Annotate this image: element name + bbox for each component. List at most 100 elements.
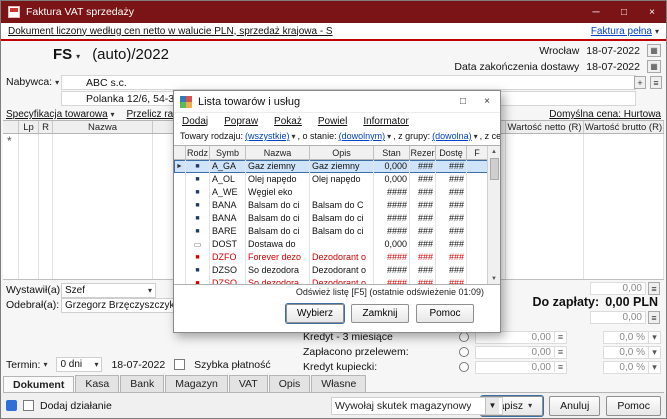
summary-field-1[interactable]: 0,00 ≡ [590,282,660,295]
warehouse-dropdown-icon[interactable]: ▼ [485,398,499,414]
dialog-scrollbar[interactable]: ▲ ▼ [487,146,500,284]
column-header-dostę[interactable]: Dostę [436,146,467,159]
buyer-name-field[interactable]: ABC s.c. [61,75,636,90]
column-header-f[interactable]: F [467,146,487,159]
term-date[interactable]: 18-07-2022 [111,359,165,371]
column-header-r[interactable]: R [39,121,53,133]
doc-symbol[interactable]: FS [53,46,72,63]
product-row-dzso[interactable]: ■DZSOSo dezodoraDezodorant o########## [174,277,500,285]
amount-picker-icon[interactable]: ≡ [554,332,566,342]
term-dropdown-icon[interactable]: ▾ [43,360,47,369]
column-header-selector[interactable] [174,146,186,159]
column-header-opis[interactable]: Opis [310,146,374,159]
payment-radio[interactable] [459,347,469,357]
tab-własne[interactable]: Własne [311,375,366,392]
doc-symbol-dropdown-icon[interactable]: ▾ [76,52,80,61]
delivery-date[interactable]: 18-07-2022 [586,61,640,73]
scroll-up-icon[interactable]: ▲ [491,146,497,157]
column-header-rodz[interactable]: Rodz [186,146,210,159]
payment-radio[interactable] [459,362,469,372]
column-header-gross[interactable]: Wartość brutto (R) [584,121,664,133]
buyer-list-icon[interactable]: ≡ [650,76,662,89]
doc-settings-link[interactable]: Dokument liczony według cen netto w walu… [8,26,333,37]
amount-picker-icon[interactable]: ≡ [554,347,566,357]
amount-picker-icon[interactable]: ≡ [554,362,566,372]
filter-state-value[interactable]: (dowolnym) [339,131,386,141]
doc-type-dropdown-icon[interactable]: ▾ [655,27,659,36]
add-buyer-icon[interactable]: + [634,76,646,89]
column-header-nazwa[interactable]: Nazwa [246,146,310,159]
column-header-symb[interactable]: Symb [210,146,246,159]
issue-date[interactable]: 18-07-2022 [586,45,640,57]
product-row-dzso[interactable]: ■DZSOSo dezodoraDezodorant o########## [174,264,500,277]
dialog-help-button[interactable]: Pomoc [416,304,474,323]
dialog-close-button[interactable]: Zamknij [351,304,409,323]
dialog-menu-dodaj[interactable]: Dodaj [182,116,208,127]
payment-radio[interactable] [459,332,469,342]
percent-dropdown-icon[interactable]: ▾ [648,347,660,358]
default-price-link[interactable]: Domyślna cena: Hurtowa [549,109,661,120]
close-icon[interactable]: × [645,7,659,18]
tab-vat[interactable]: VAT [229,375,268,392]
minimize-icon[interactable]: ─ [589,7,603,18]
term-days-combo[interactable]: 0 dni▾ [56,357,102,372]
doc-type-link[interactable]: Faktura pełna [591,26,652,37]
summary-field-2[interactable]: 0,00 ≡ [590,311,660,324]
warehouse-effect-combo[interactable]: Wywołaj skutek magazynowy ▼ [331,397,503,415]
percent-dropdown-icon[interactable]: ▾ [648,362,660,373]
column-header-lp[interactable]: Lp [19,121,39,133]
tab-dokument[interactable]: Dokument [3,376,74,392]
scroll-down-icon[interactable]: ▼ [491,273,497,284]
column-header-rezer[interactable]: Rezer [410,146,436,159]
dialog-close-icon[interactable]: × [480,96,494,107]
dialog-menu-popraw[interactable]: Popraw [224,116,258,127]
quick-payment-checkbox[interactable] [174,359,185,370]
issuer-combo[interactable]: Szef▾ [61,283,156,298]
filter-kind-value[interactable]: (wszystkie) [245,131,290,141]
dialog-menu-powiel[interactable]: Powiel [318,116,347,127]
tab-kasa[interactable]: Kasa [75,375,119,392]
calendar-icon[interactable]: ▦ [647,44,661,57]
maximize-icon[interactable]: □ [617,7,631,18]
column-header-selector[interactable] [3,121,19,133]
doc-number[interactable]: (auto)/2022 [92,46,169,63]
product-row-bana[interactable]: ■BANABalsam do ciBalsam do C########## [174,199,500,212]
product-row-a_we[interactable]: ■A_WEWęgiel eko########## [174,186,500,199]
save-dropdown-icon[interactable]: ▾ [528,401,532,410]
delivery-calendar-icon[interactable]: ▦ [647,60,661,73]
scroll-thumb[interactable] [490,158,499,180]
refresh-status[interactable]: Odśwież listę [F5] (ostatnie odświeżenie… [174,287,500,300]
column-header-name[interactable]: Nazwa [53,121,153,133]
product-row-a_ol[interactable]: ■A_OLOlej napędoOlej napędo0,000###### [174,173,500,186]
product-row-dost[interactable]: ▭DOSTDostawa do0,000###### [174,238,500,251]
product-row-bare[interactable]: ■BAREBalsam do ciBalsam do ci########## [174,225,500,238]
add-action-checkbox[interactable] [23,400,34,411]
term-label-block[interactable]: Termin: ▾ [6,359,47,371]
product-row-bana[interactable]: ■BANABalsam do ciBalsam do ci########## [174,212,500,225]
tab-magazyn[interactable]: Magazyn [165,375,228,392]
tab-opis[interactable]: Opis [269,375,311,392]
payment-percent-field[interactable]: 0,0 %▾ [603,346,661,359]
select-button[interactable]: Wybierz [286,304,344,323]
product-row-dzfo[interactable]: ■DZFOForever dezoDezodorant o########## [174,251,500,264]
column-header-stan[interactable]: Stan [374,146,410,159]
dialog-menu-informator[interactable]: Informator [363,116,409,127]
product-row-a_ga[interactable]: ►■A_GAGaz ziemnyGaz ziemny0,000###### [174,160,500,173]
filter-group-value[interactable]: (dowolna) [432,131,472,141]
tab-bank[interactable]: Bank [120,375,164,392]
summary-2-picker-icon[interactable]: ≡ [648,311,660,324]
cancel-button[interactable]: Anuluj [549,396,600,416]
column-header-net[interactable]: Wartość netto (R) [506,121,584,133]
buyer-dropdown-icon[interactable]: ▾ [55,78,59,87]
dialog-maximize-icon[interactable]: □ [456,96,470,107]
payment-percent-field[interactable]: 0,0 %▾ [603,331,661,344]
city-label[interactable]: Wrocław [539,45,579,57]
payment-amount-field[interactable]: 0,00≡ [475,361,567,374]
payment-percent-field[interactable]: 0,0 %▾ [603,361,661,374]
percent-dropdown-icon[interactable]: ▾ [648,332,660,343]
summary-1-picker-icon[interactable]: ≡ [648,282,660,295]
dialog-menu-pokaż[interactable]: Pokaż [274,116,302,127]
spec-link-block[interactable]: Specyfikacja towarowa ▾ [6,109,115,120]
help-button[interactable]: Pomoc [606,396,661,416]
payment-amount-field[interactable]: 0,00≡ [475,346,567,359]
